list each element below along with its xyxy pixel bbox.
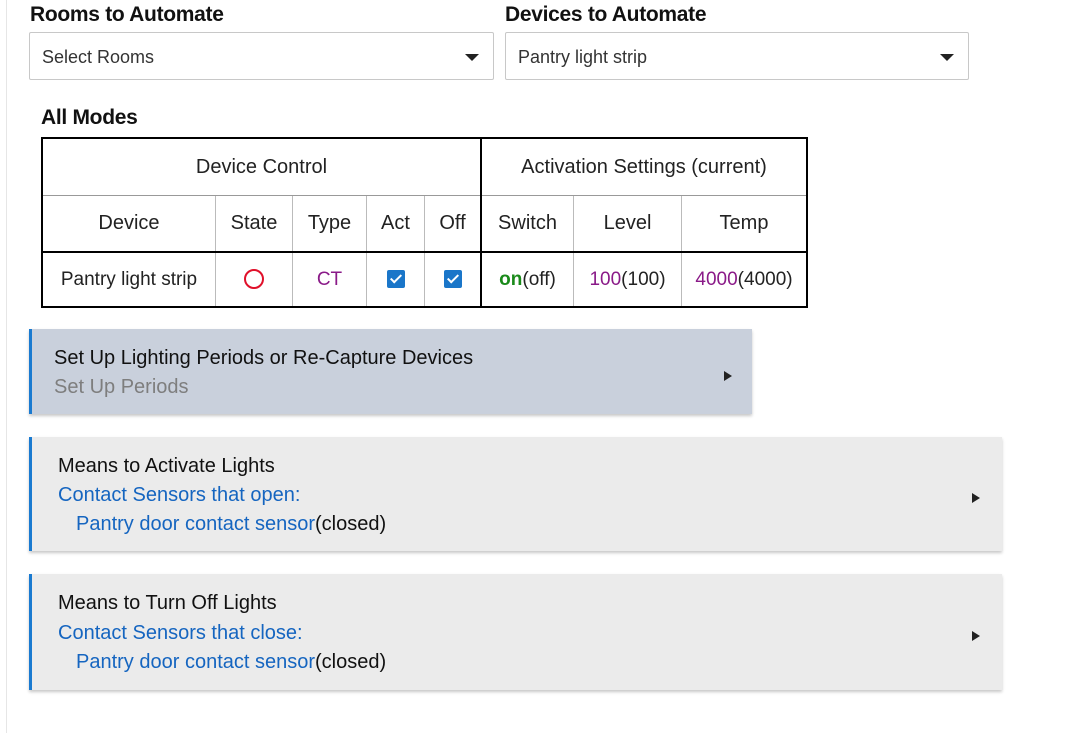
turn-off-panel-subtitle: Contact Sensors that close: <box>58 622 303 644</box>
state-off-circle-icon <box>244 269 264 290</box>
activate-sensor-line: Pantry door contact sensor(closed) <box>76 513 386 536</box>
devices-select-value: Pantry light strip <box>518 47 648 67</box>
activate-panel[interactable]: Means to Activate Lights Contact Sensors… <box>29 437 1002 551</box>
periods-panel[interactable]: Set Up Lighting Periods or Re-Capture De… <box>29 329 752 414</box>
chevron-right-icon <box>972 631 980 641</box>
rooms-label: Rooms to Automate <box>30 3 224 26</box>
col-header-switch: Switch <box>481 195 574 252</box>
activate-sensor-link[interactable]: Pantry door contact sensor <box>76 513 315 535</box>
group-header-device-control: Device Control <box>41 137 482 196</box>
chevron-right-icon <box>724 371 732 381</box>
temp-current: (4000) <box>737 268 793 290</box>
type-cell: CT <box>292 251 367 308</box>
turn-off-sensor-link[interactable]: Pantry door contact sensor <box>76 651 315 673</box>
rooms-select[interactable]: Select Rooms <box>29 32 494 80</box>
turn-off-panel-title: Means to Turn Off Lights <box>58 592 277 614</box>
col-header-act: Act <box>366 195 425 252</box>
chevron-down-icon <box>940 54 954 61</box>
col-header-off: Off <box>424 195 482 252</box>
activate-panel-subtitle: Contact Sensors that open: <box>58 484 301 506</box>
activate-sensor-state: (closed) <box>315 513 387 535</box>
activate-panel-title: Means to Activate Lights <box>58 455 275 477</box>
device-name-cell: Pantry light strip <box>41 251 216 308</box>
col-header-level: Level <box>573 195 682 252</box>
off-cell[interactable] <box>424 251 482 308</box>
switch-current: (off) <box>522 268 556 290</box>
col-header-state: State <box>215 195 293 252</box>
col-header-device: Device <box>41 195 216 252</box>
state-cell[interactable] <box>215 251 293 308</box>
devices-label: Devices to Automate <box>505 3 707 26</box>
turn-off-sensor-state: (closed) <box>315 651 387 673</box>
act-cell[interactable] <box>366 251 425 308</box>
col-header-type: Type <box>292 195 367 252</box>
periods-panel-subtitle: Set Up Periods <box>54 376 189 398</box>
switch-cell: on(off) <box>480 251 574 308</box>
off-checkbox[interactable] <box>443 270 462 289</box>
page-edge-line <box>6 0 7 733</box>
table-row: Pantry light strip CT on(off) 100(100) 4… <box>41 251 808 308</box>
switch-setting: on <box>499 268 523 290</box>
group-header-activation: Activation Settings (current) <box>481 137 808 196</box>
turn-off-panel[interactable]: Means to Turn Off Lights Contact Sensors… <box>29 574 1002 690</box>
temp-cell: 4000(4000) <box>681 251 808 308</box>
level-cell: 100(100) <box>573 251 682 308</box>
periods-panel-title: Set Up Lighting Periods or Re-Capture De… <box>54 347 474 369</box>
act-checkbox[interactable] <box>386 270 405 289</box>
devices-select[interactable]: Pantry light strip <box>505 32 969 80</box>
temp-setting: 4000 <box>695 268 738 290</box>
level-current: (100) <box>621 268 666 290</box>
turn-off-sensor-line: Pantry door contact sensor(closed) <box>76 651 386 674</box>
chevron-down-icon <box>465 54 479 61</box>
chevron-right-icon <box>972 493 980 503</box>
device-control-table: Device Control Activation Settings (curr… <box>41 137 808 308</box>
level-setting: 100 <box>589 268 622 290</box>
col-header-temp: Temp <box>681 195 808 252</box>
rooms-select-value: Select Rooms <box>42 47 155 67</box>
modes-title: All Modes <box>41 106 138 129</box>
